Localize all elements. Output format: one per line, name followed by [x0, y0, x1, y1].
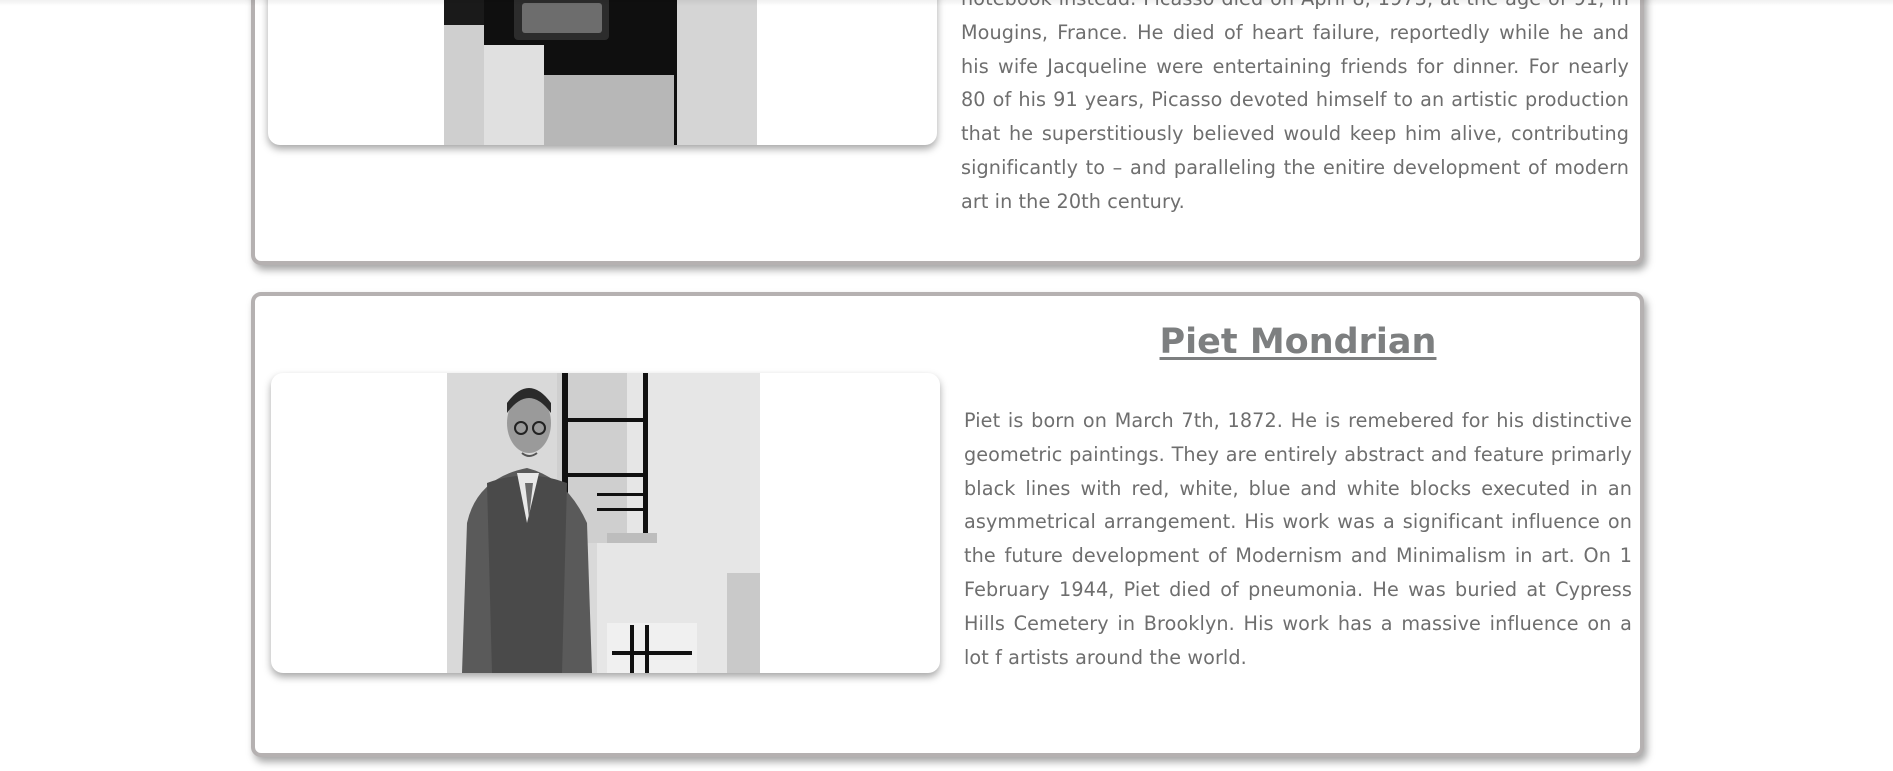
portrait-photo-icon	[447, 373, 760, 673]
artist-photo-frame	[268, 0, 937, 145]
page: notebook instead. Picasso died on April …	[0, 0, 1893, 771]
artist-card-mondrian: Piet Mondrian Piet is born on March 7th,…	[251, 292, 1644, 757]
artist-photo-frame	[271, 373, 940, 673]
artist-text: notebook instead. Picasso died on April …	[961, 0, 1629, 219]
artist-bio: notebook instead. Picasso died on April …	[961, 0, 1629, 213]
artist-text: Piet Mondrian Piet is born on March 7th,…	[964, 322, 1632, 674]
scroll-shadow	[0, 0, 1893, 6]
portrait-photo-icon	[444, 0, 757, 145]
artist-name-heading[interactable]: Piet Mondrian	[964, 322, 1632, 362]
artist-bio: Piet is born on March 7th, 1872. He is r…	[964, 409, 1632, 669]
artist-card-picasso: notebook instead. Picasso died on April …	[251, 0, 1644, 265]
